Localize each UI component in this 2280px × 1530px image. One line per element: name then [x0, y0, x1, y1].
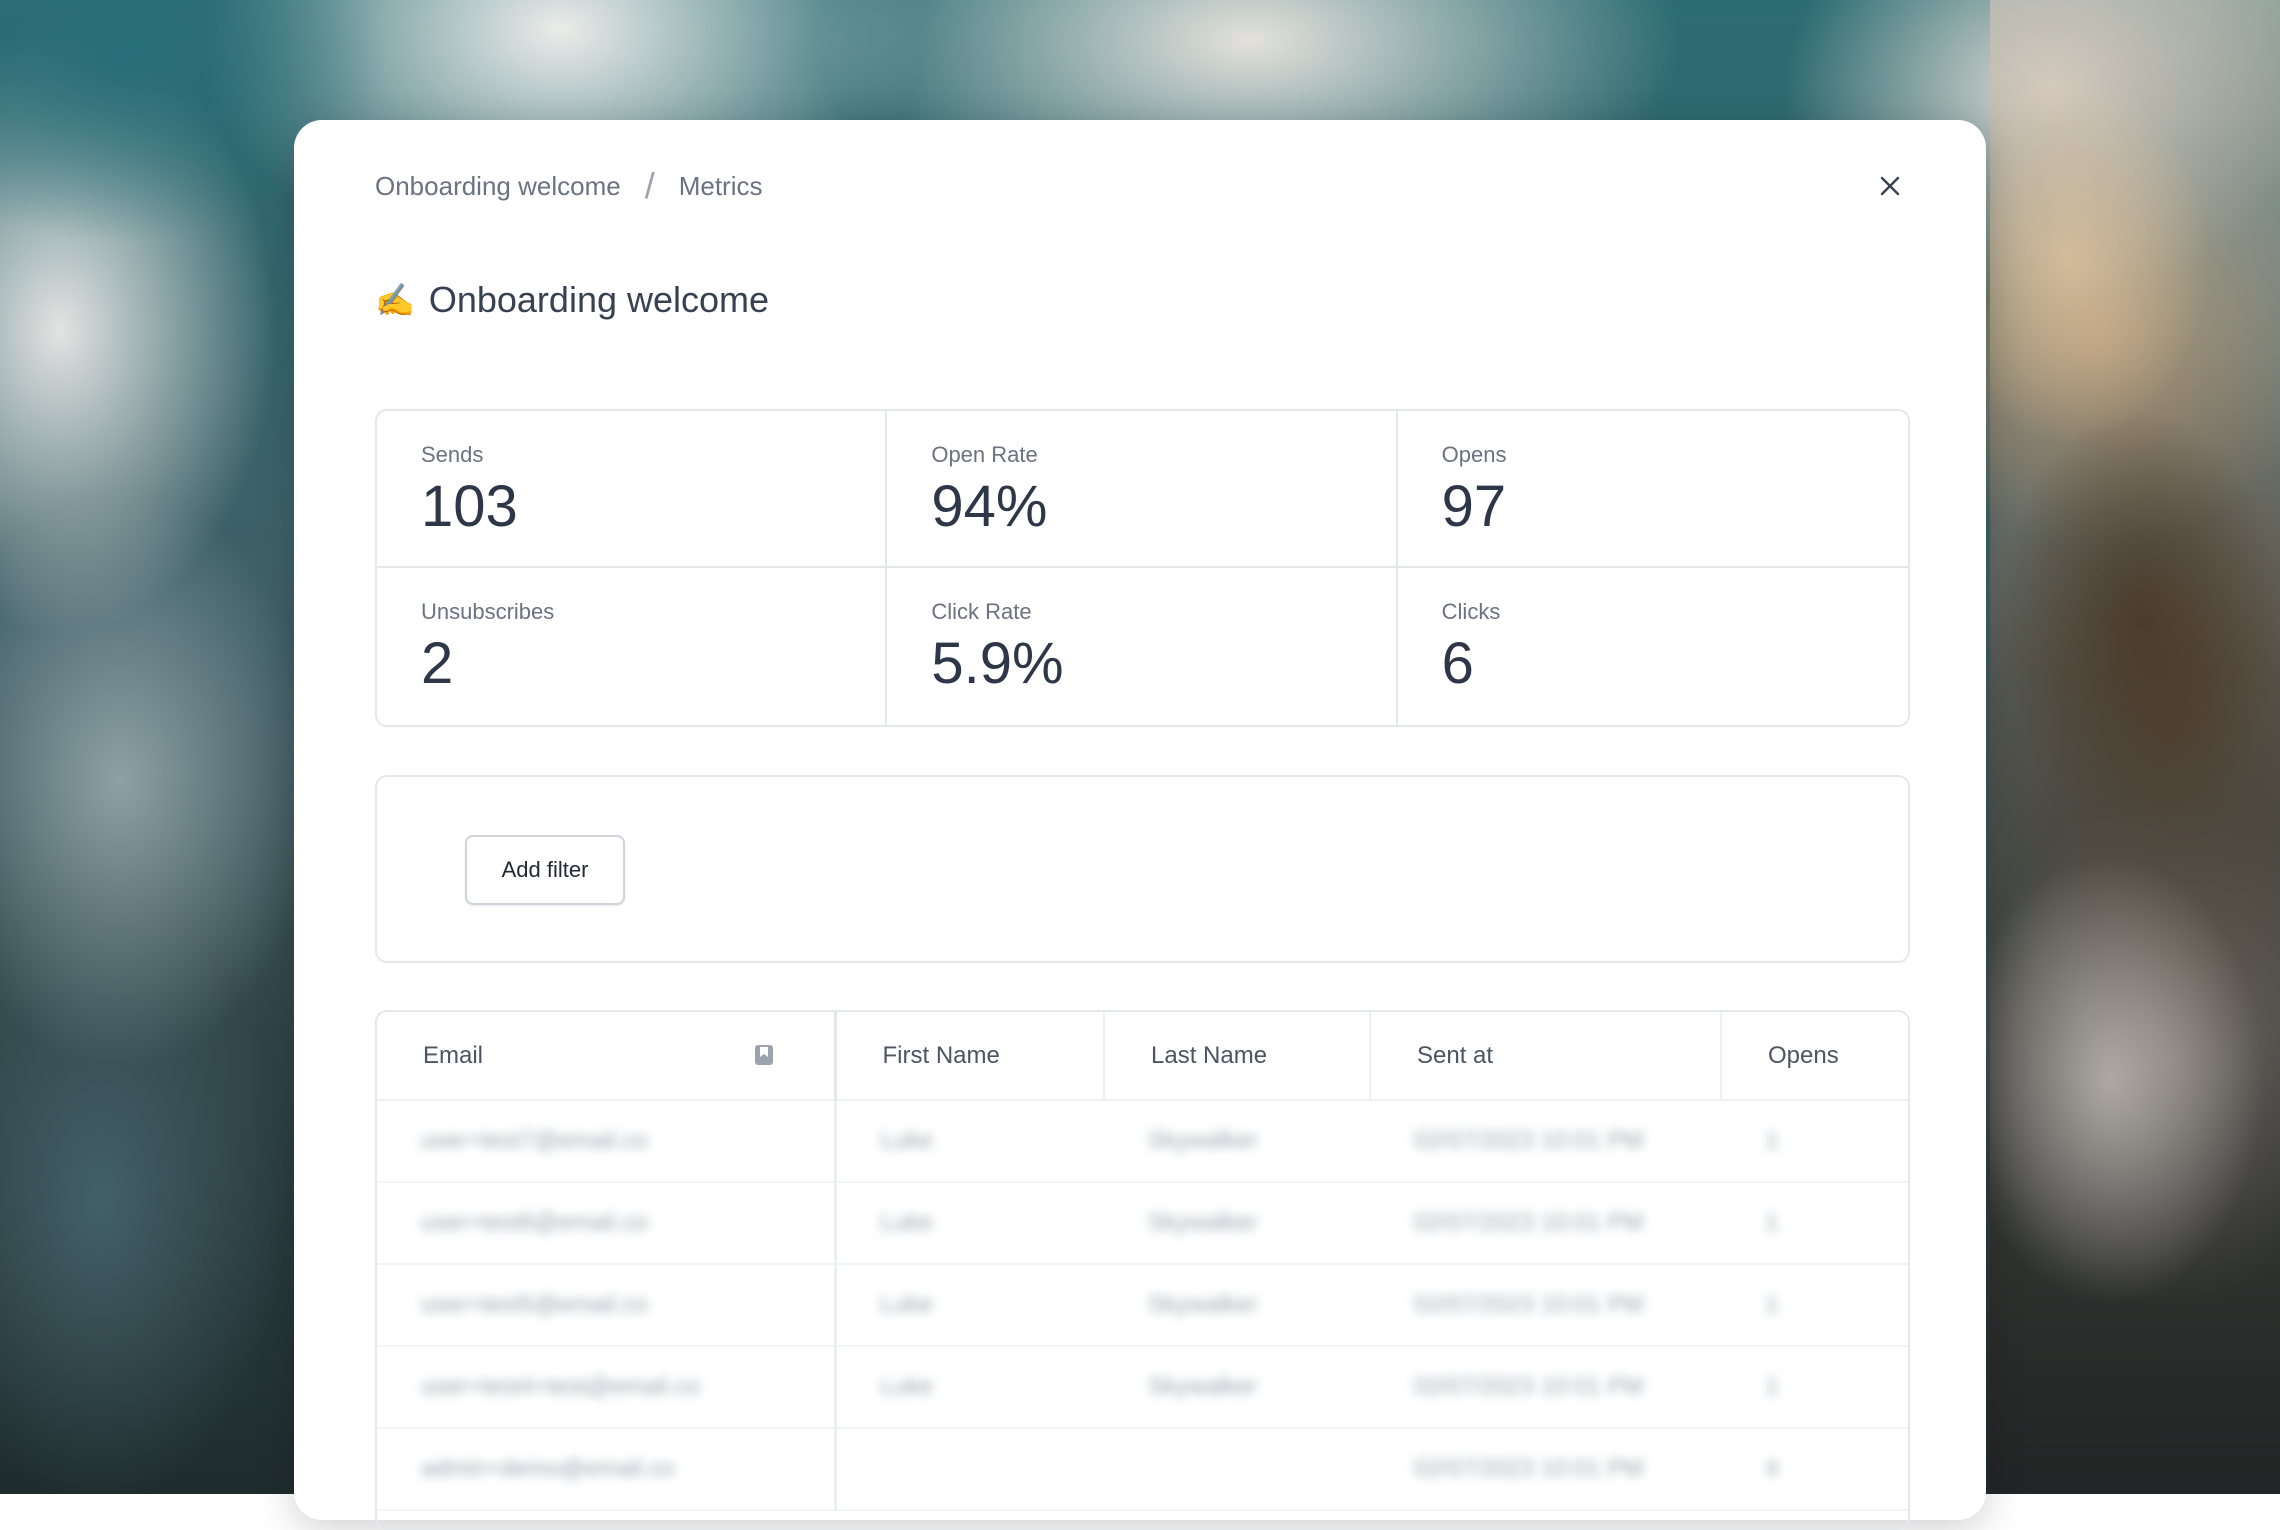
cell-email: user+test7@email.co: [377, 1100, 837, 1183]
cell-email: admin+demo@email.co: [377, 1428, 837, 1511]
cell-sent-at: 02/07/2023 10:01 PM: [1370, 1428, 1721, 1511]
close-button[interactable]: [1872, 168, 1908, 204]
table-row[interactable]: user+test4+test@email.co Luke Skywalker …: [377, 1346, 1908, 1429]
cell-email: user+test5@email.co: [377, 1264, 837, 1347]
breadcrumb-parent[interactable]: Onboarding welcome: [375, 171, 621, 202]
cell-last-name: Skywalker: [1104, 1346, 1370, 1429]
cell-opens: 1: [1721, 1182, 1908, 1265]
cell-sent-at: 02/07/2023 10:01 PM: [1370, 1182, 1721, 1265]
cell-opens: 1: [1721, 1346, 1908, 1429]
stat-label: Click Rate: [931, 599, 1032, 624]
close-icon: [1880, 176, 1900, 196]
column-header-opens[interactable]: Opens: [1721, 1012, 1908, 1101]
stat-click-rate: Click Rate 5.9%: [887, 568, 1398, 725]
table-row[interactable]: user+test6@email.co Luke Skywalker 02/07…: [377, 1182, 1908, 1265]
stat-value: 103: [421, 474, 518, 539]
add-filter-button[interactable]: Add filter: [465, 835, 625, 905]
cell-sent-at: 02/07/2023 10:01 PM: [1370, 1346, 1721, 1429]
breadcrumb-separator: /: [644, 165, 655, 206]
stat-clicks: Clicks 6: [1398, 568, 1908, 725]
cell-last-name: Skywalker: [1104, 1182, 1370, 1265]
cell-first-name: Luke: [835, 1182, 1104, 1265]
stat-sends: Sends 103: [377, 411, 888, 568]
table-row[interactable]: user+test7@email.co Luke Skywalker 02/07…: [377, 1100, 1908, 1183]
cell-opens: 4: [1721, 1428, 1908, 1511]
column-header-email[interactable]: Email: [377, 1012, 837, 1101]
cell-last-name: Skywalker: [1104, 1264, 1370, 1347]
bookmark-icon[interactable]: [754, 1044, 774, 1066]
writing-hand-icon: ✍️: [375, 282, 415, 318]
table-header-row: Email First Name Last Name Sent at Opens: [377, 1012, 1908, 1101]
stat-open-rate: Open Rate 94%: [887, 411, 1398, 568]
cell-email: user+test4+test@email.co: [377, 1346, 837, 1429]
cell-first-name: Luke: [835, 1264, 1104, 1347]
page-title-text: Onboarding welcome: [428, 279, 770, 320]
cell-first-name: Luke: [835, 1346, 1104, 1429]
stat-value: 97: [1441, 474, 1507, 539]
stat-label: Sends: [421, 442, 484, 467]
stat-value: 6: [1441, 631, 1474, 696]
stat-label: Opens: [1441, 442, 1507, 467]
breadcrumb-current: Metrics: [678, 170, 763, 201]
filter-panel: Add filter: [375, 775, 1910, 963]
stat-value: 5.9%: [931, 631, 1064, 696]
cell-first-name: [835, 1428, 1104, 1511]
table-row[interactable]: admin+demo@email.co 02/07/2023 10:01 PM …: [377, 1428, 1908, 1511]
page-title: ✍️ Onboarding welcome: [375, 272, 769, 328]
column-header-sent-at[interactable]: Sent at: [1370, 1012, 1722, 1101]
cell-email: user+test6@email.co: [377, 1182, 837, 1265]
metrics-modal: Onboarding welcome / Metrics ✍️ Onboardi…: [294, 120, 1986, 1530]
column-header-first-name[interactable]: First Name: [835, 1012, 1105, 1101]
stat-label: Unsubscribes: [421, 599, 555, 624]
background-photo-right: [1990, 0, 2280, 1494]
recipients-table: Email First Name Last Name Sent at Opens…: [375, 1010, 1910, 1530]
stat-value: 2: [421, 631, 454, 696]
column-header-last-name[interactable]: Last Name: [1104, 1012, 1371, 1101]
stat-unsubscribes: Unsubscribes 2: [377, 568, 888, 725]
stat-label: Open Rate: [931, 442, 1038, 467]
column-header-label: Email: [423, 1041, 484, 1069]
cell-sent-at: 02/07/2023 10:01 PM: [1370, 1100, 1721, 1183]
cell-opens: 1: [1721, 1264, 1908, 1347]
cell-first-name: Luke: [835, 1100, 1104, 1183]
stat-label: Clicks: [1441, 599, 1501, 624]
stat-opens: Opens 97: [1397, 411, 1908, 568]
cell-sent-at: 02/07/2023 10:01 PM: [1370, 1264, 1721, 1347]
cell-last-name: Skywalker: [1104, 1100, 1370, 1183]
cell-last-name: [1104, 1428, 1370, 1511]
table-row[interactable]: user+test5@email.co Luke Skywalker 02/07…: [377, 1264, 1908, 1347]
breadcrumb: Onboarding welcome / Metrics: [375, 166, 763, 206]
cell-opens: 1: [1721, 1100, 1908, 1183]
stat-value: 94%: [931, 474, 1048, 539]
stats-grid: Sends 103 Open Rate 94% Opens 97 Unsubsc…: [375, 409, 1910, 727]
